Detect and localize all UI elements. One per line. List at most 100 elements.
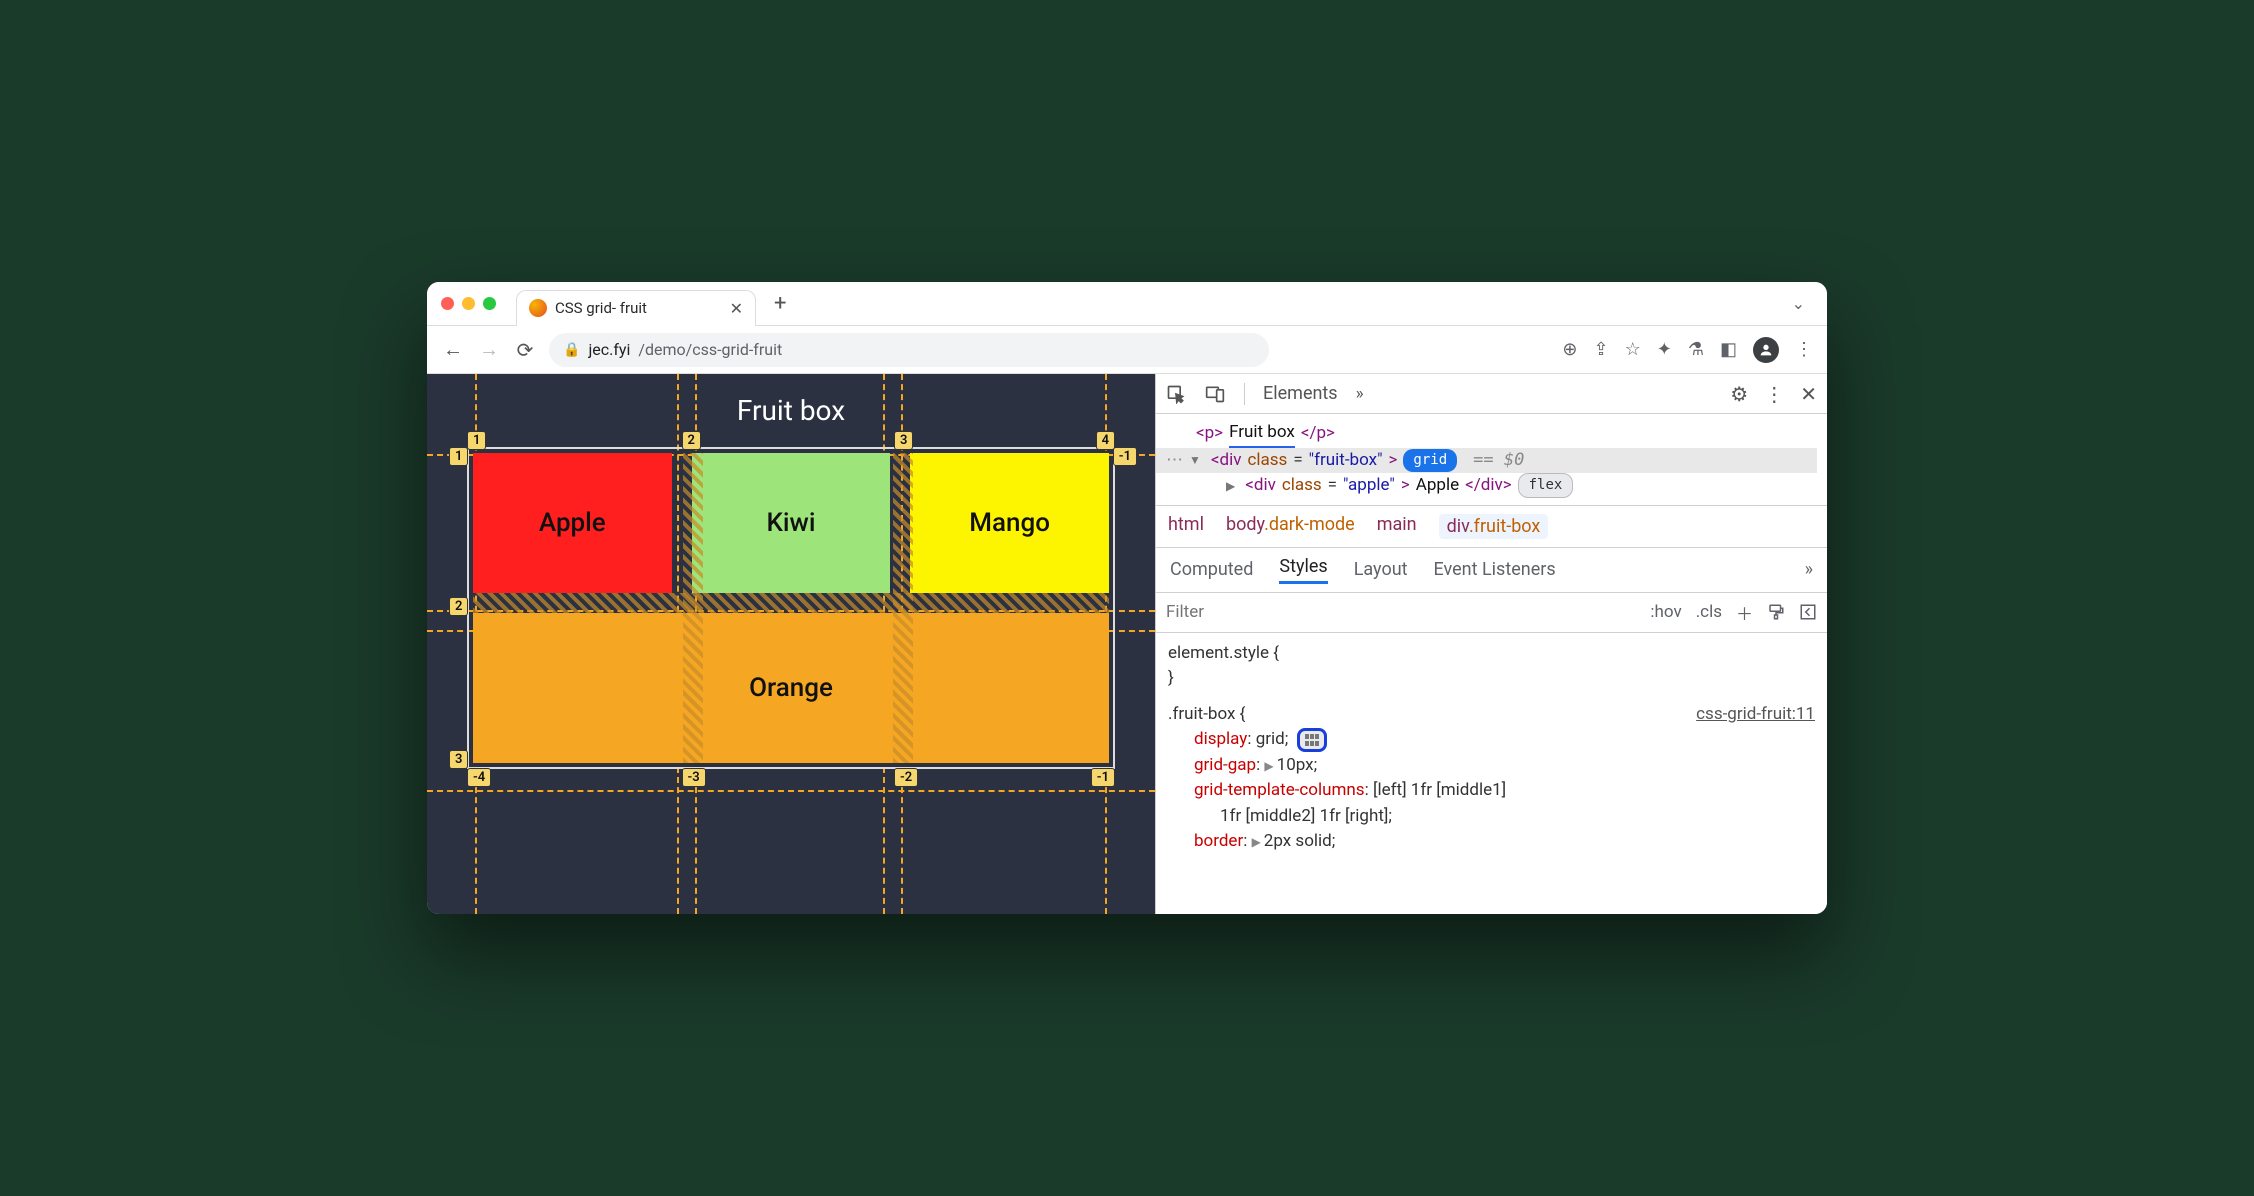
breadcrumb[interactable]: html body.dark-mode main div.fruit-box — [1156, 505, 1827, 548]
zoom-icon[interactable]: ⊕ — [1562, 339, 1577, 360]
expand-icon[interactable]: ▶ — [1252, 835, 1261, 849]
subtab-computed[interactable]: Computed — [1170, 559, 1253, 580]
close-window[interactable] — [441, 297, 454, 310]
grid-line-badge: -3 — [682, 768, 706, 787]
eq0-label: == $0 — [1473, 448, 1524, 474]
menu-icon[interactable]: ⋮ — [1795, 339, 1813, 360]
grid-cell-apple: Apple — [473, 453, 672, 593]
computed-toggle-icon[interactable] — [1799, 603, 1817, 621]
browser-tab[interactable]: CSS grid- fruit ✕ — [516, 290, 756, 326]
bookmark-icon[interactable]: ☆ — [1625, 339, 1641, 360]
css-property[interactable]: border: ▶2px solid; — [1168, 829, 1815, 855]
grid-line-badge: 2 — [682, 431, 701, 450]
css-property[interactable]: grid-gap: ▶10px; — [1168, 753, 1815, 779]
new-style-rule-icon[interactable]: ＋ — [1736, 600, 1753, 625]
browser-window: CSS grid- fruit ✕ + ⌄ ← → ⟳ 🔒 jec.fyi/de… — [427, 282, 1827, 914]
url-path: /demo/css-grid-fruit — [638, 340, 782, 359]
paint-icon[interactable] — [1767, 603, 1785, 621]
rule-source-link[interactable]: css-grid-fruit:11 — [1696, 702, 1815, 728]
tabs-menu-icon[interactable]: ⌄ — [1784, 294, 1813, 313]
subtab-styles[interactable]: Styles — [1279, 556, 1327, 584]
grid-overlay-wrap: Apple Kiwi Mango Orange 1 2 3 4 -4 -3 -2 — [467, 447, 1115, 769]
labs-icon[interactable]: ⚗ — [1688, 339, 1704, 360]
settings-icon[interactable]: ⚙ — [1730, 382, 1748, 406]
grid-cell-orange: Orange — [473, 613, 1109, 763]
toolbar: ← → ⟳ 🔒 jec.fyi/demo/css-grid-fruit ⊕ ⇪ … — [427, 326, 1827, 374]
page-heading: Fruit box — [467, 394, 1115, 427]
side-panel-icon[interactable]: ◧ — [1720, 339, 1737, 360]
favicon-icon — [529, 299, 547, 317]
expand-triangle-icon[interactable]: ▼ — [1189, 451, 1201, 469]
grid-line-badge: -2 — [894, 768, 918, 787]
styles-filter-bar: :hov .cls ＋ — [1156, 593, 1827, 633]
grid-badge[interactable]: grid — [1403, 449, 1457, 472]
dom-node-selected[interactable]: ⋯ ▼ <div class="fruit-box"> grid == $0 — [1156, 448, 1817, 474]
toolbar-actions: ⊕ ⇪ ☆ ✦ ⚗ ◧ ⋮ — [1562, 337, 1813, 363]
expand-triangle-icon[interactable]: ▶ — [1226, 477, 1235, 495]
css-property-cont[interactable]: 1fr [middle2] 1fr [right]; — [1168, 804, 1815, 830]
styles-pane[interactable]: element.style { } css-grid-fruit:11 .fru… — [1156, 633, 1827, 873]
dom-tree[interactable]: <p>Fruit box</p> ⋯ ▼ <div class="fruit-b… — [1156, 414, 1827, 505]
extensions-icon[interactable]: ✦ — [1657, 339, 1672, 360]
grid-line-badge: 3 — [449, 750, 468, 769]
grid-line-badge: -1 — [1091, 768, 1115, 787]
dom-node[interactable]: <p>Fruit box</p> — [1196, 420, 1817, 448]
profile-avatar[interactable] — [1753, 337, 1779, 363]
reload-button[interactable]: ⟳ — [513, 338, 537, 362]
grid-line-badge: 3 — [894, 431, 913, 450]
more-tabs-icon[interactable]: » — [1356, 384, 1364, 404]
close-tab-icon[interactable]: ✕ — [730, 299, 743, 318]
fruit-box-grid: Apple Kiwi Mango Orange — [473, 453, 1109, 763]
new-tab-button[interactable]: + — [764, 291, 796, 316]
grid-cell-mango: Mango — [910, 453, 1109, 593]
styles-filter-input[interactable] — [1166, 602, 1638, 622]
grid-cell-kiwi: Kiwi — [692, 453, 891, 593]
lock-icon: 🔒 — [563, 342, 580, 358]
titlebar: CSS grid- fruit ✕ + ⌄ — [427, 282, 1827, 326]
grid-line-badge: -1 — [1113, 447, 1137, 466]
grid-line-badge: 1 — [467, 431, 486, 450]
forward-button[interactable]: → — [477, 337, 501, 362]
css-property[interactable]: display: grid; — [1168, 727, 1815, 753]
back-button[interactable]: ← — [441, 337, 465, 362]
devtools-toolbar: Elements » ⚙ ⋮ ✕ — [1156, 374, 1827, 414]
hov-toggle[interactable]: :hov — [1650, 602, 1681, 622]
cls-toggle[interactable]: .cls — [1696, 602, 1722, 622]
inspect-icon[interactable] — [1166, 384, 1186, 404]
style-rule[interactable]: element.style { } — [1168, 641, 1815, 692]
url-host: jec.fyi — [588, 340, 630, 359]
page-viewport: Fruit box Apple Kiwi Mango Orange 1 2 3 … — [427, 374, 1155, 914]
tab-title: CSS grid- fruit — [555, 299, 722, 317]
share-icon[interactable]: ⇪ — [1594, 339, 1609, 360]
address-bar[interactable]: 🔒 jec.fyi/demo/css-grid-fruit — [549, 333, 1269, 367]
style-rule[interactable]: css-grid-fruit:11 .fruit-box { display: … — [1168, 702, 1815, 855]
styles-subtabs: Computed Styles Layout Event Listeners » — [1156, 548, 1827, 593]
overflow-dots-icon[interactable]: ⋯ — [1166, 448, 1183, 474]
minimize-window[interactable] — [462, 297, 475, 310]
grid-line-badge: 4 — [1096, 431, 1115, 450]
subtab-event-listeners[interactable]: Event Listeners — [1434, 559, 1556, 580]
crumb[interactable]: html — [1168, 514, 1204, 539]
devtools-tab-elements[interactable]: Elements — [1263, 383, 1338, 404]
grid-gap-hatch — [473, 593, 1109, 613]
close-devtools-icon[interactable]: ✕ — [1800, 382, 1817, 406]
crumb[interactable]: main — [1377, 514, 1417, 539]
flex-badge[interactable]: flex — [1518, 473, 1574, 498]
kebab-menu-icon[interactable]: ⋮ — [1764, 382, 1784, 406]
grid-line-badge: -4 — [467, 768, 491, 787]
crumb-active[interactable]: div.fruit-box — [1439, 514, 1549, 539]
crumb[interactable]: body.dark-mode — [1226, 514, 1355, 539]
expand-icon[interactable]: ▶ — [1264, 759, 1273, 773]
grid-line-badge: 1 — [449, 447, 468, 466]
devtools-panel: Elements » ⚙ ⋮ ✕ <p>Fruit box</p> ⋯ ▼ <d… — [1155, 374, 1827, 914]
device-toggle-icon[interactable] — [1204, 384, 1226, 404]
grid-editor-badge[interactable] — [1297, 728, 1327, 752]
subtab-layout[interactable]: Layout — [1354, 559, 1408, 580]
more-subtabs-icon[interactable]: » — [1805, 559, 1813, 580]
content-area: Fruit box Apple Kiwi Mango Orange 1 2 3 … — [427, 374, 1827, 914]
dom-node[interactable]: ▶ <div class="apple">Apple</div> flex — [1196, 473, 1817, 499]
maximize-window[interactable] — [483, 297, 496, 310]
grid-line-extension — [427, 790, 1155, 792]
css-property[interactable]: grid-template-columns: [left] 1fr [middl… — [1168, 778, 1815, 804]
grid-line-badge: 2 — [449, 597, 468, 616]
